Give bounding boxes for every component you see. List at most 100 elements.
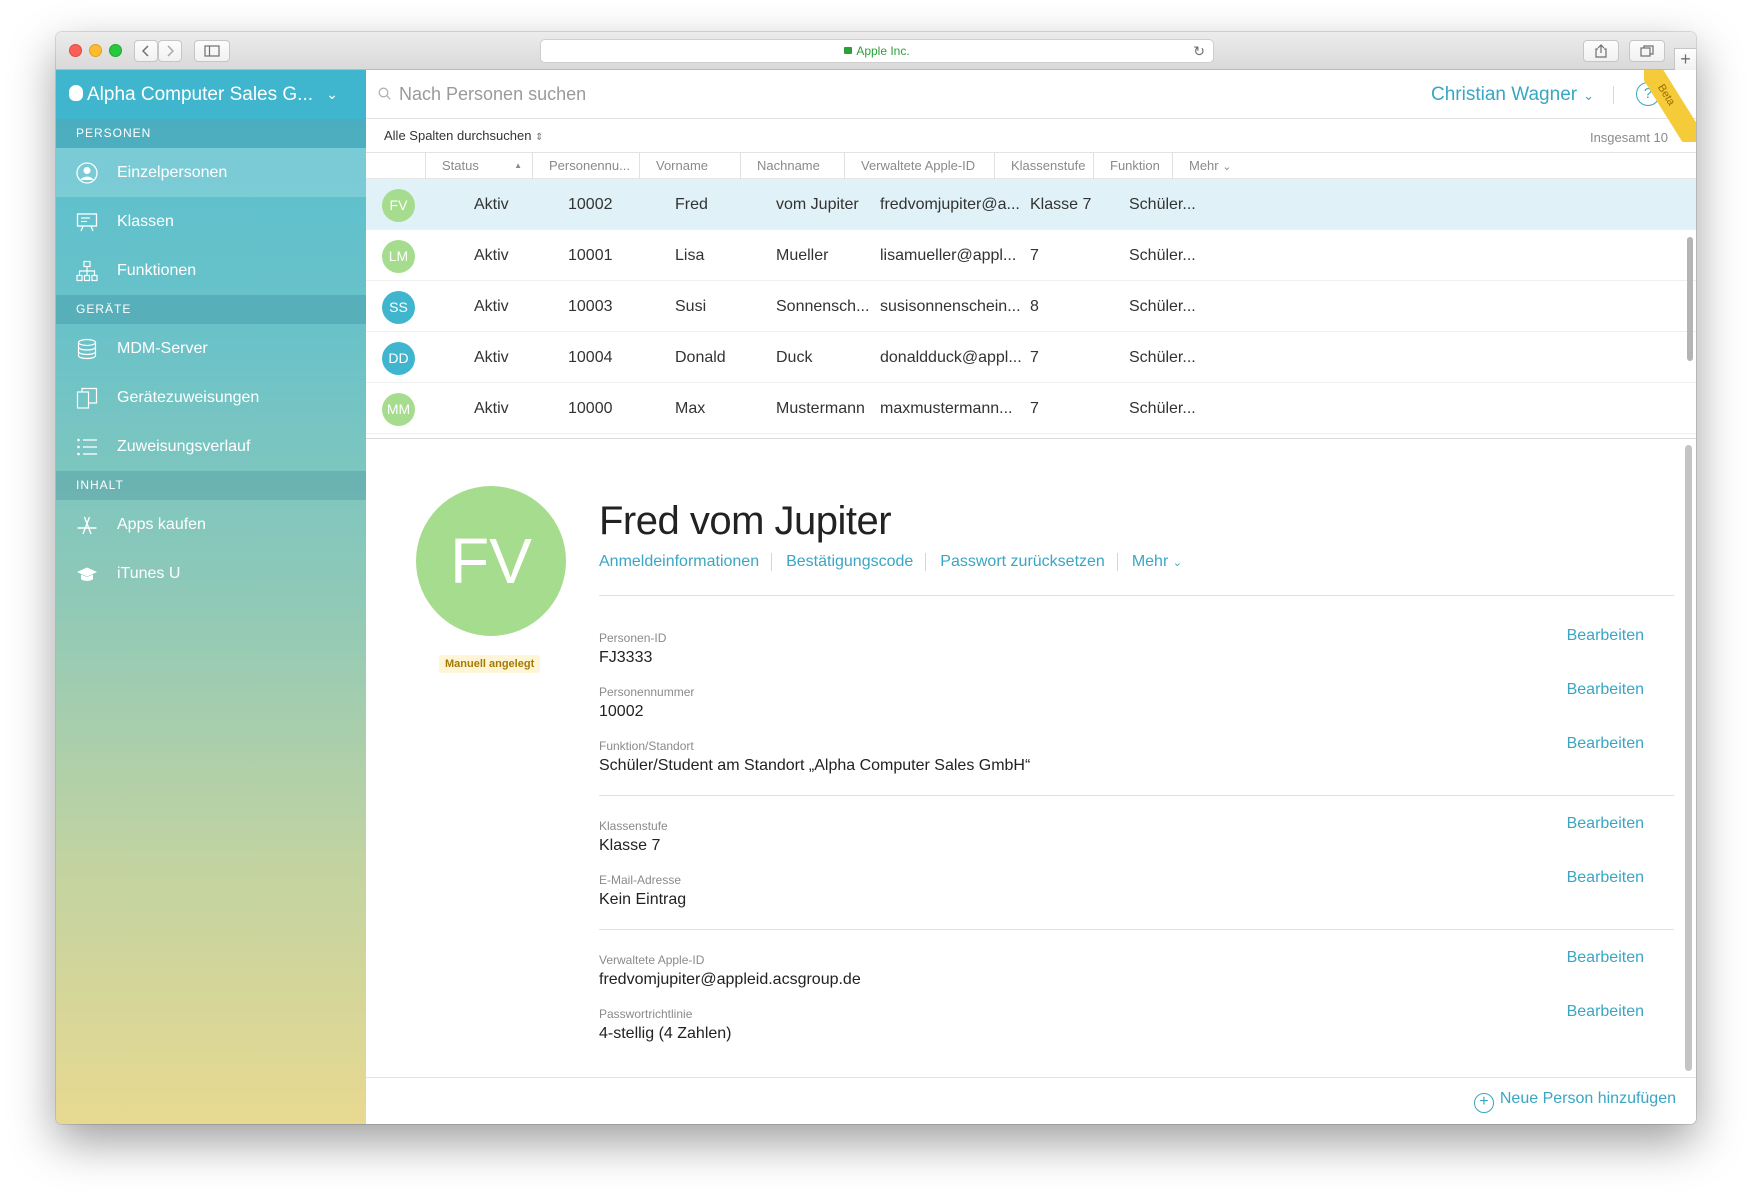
lock-icon	[844, 47, 853, 54]
chevron-down-icon: ⌄	[1222, 161, 1232, 173]
avatar: FV	[382, 189, 415, 222]
sidebar-item-itunes-u[interactable]: iTunes U	[56, 549, 366, 598]
sidebar-item-einzelpersonen[interactable]: Einzelpersonen	[56, 148, 366, 197]
cell-grade: 7	[1030, 349, 1039, 366]
browser-window: Apple Inc. ↻ + Alpha Computer Sales G...…	[56, 32, 1696, 1124]
add-person-button[interactable]: + Neue Person hinzufügen	[1473, 1090, 1676, 1113]
search-scope-select[interactable]: Alle Spalten durchsuchen ⇕	[384, 128, 543, 143]
forward-button[interactable]	[158, 40, 182, 62]
sidebar-item-label: Apps kaufen	[117, 516, 206, 533]
sidebar-item-label: Einzelpersonen	[117, 164, 228, 181]
sort-ascending-icon: ▲	[514, 161, 522, 170]
hierarchy-icon	[76, 260, 98, 282]
cell-role: Schüler...	[1129, 400, 1196, 417]
address-text: Apple Inc.	[856, 44, 910, 58]
cell-last-name: Sonnensch...	[776, 298, 870, 315]
divider	[599, 929, 1674, 930]
reload-icon[interactable]: ↻	[1193, 40, 1205, 62]
column-header-funktion[interactable]: Funktion	[1093, 153, 1172, 179]
edit-person-id-button[interactable]: Bearbeiten	[1567, 627, 1644, 645]
edit-person-number-button[interactable]: Bearbeiten	[1567, 681, 1644, 699]
avatar: SS	[382, 291, 415, 324]
tabs-overview-button[interactable]	[1629, 40, 1665, 62]
sidebar-toggle-button[interactable]	[194, 40, 230, 62]
reset-password-link[interactable]: Passwort zurücksetzen	[940, 553, 1117, 571]
divider	[1613, 86, 1614, 104]
avatar: LM	[382, 240, 415, 273]
cell-number: 10003	[568, 298, 613, 315]
edit-password-policy-button[interactable]: Bearbeiten	[1567, 1003, 1644, 1021]
close-window-button[interactable]	[69, 44, 82, 57]
column-header-apple-id[interactable]: Verwaltete Apple-ID	[844, 153, 994, 179]
cell-last-name: vom Jupiter	[776, 196, 859, 213]
cell-role: Schüler...	[1129, 247, 1196, 264]
search-scope-label: Alle Spalten durchsuchen	[384, 128, 532, 143]
table-row[interactable]: FV Aktiv 10002 Fred vom Jupiter fredvomj…	[366, 179, 1696, 230]
sidebar-item-label: Gerätezuweisungen	[117, 389, 260, 406]
table-scrollbar[interactable]	[1687, 237, 1693, 361]
org-name: Alpha Computer Sales G...	[87, 84, 313, 105]
search-input[interactable]	[399, 80, 999, 108]
edit-role-button[interactable]: Bearbeiten	[1567, 735, 1644, 753]
add-person-label: Neue Person hinzufügen	[1499, 1090, 1676, 1107]
back-button[interactable]	[134, 40, 158, 62]
column-header-personennummer[interactable]: Personennu...	[532, 153, 639, 179]
column-header-status[interactable]: Status ▲	[425, 153, 532, 179]
column-label: Status	[442, 158, 479, 173]
share-button[interactable]	[1583, 40, 1619, 62]
cell-last-name: Mustermann	[776, 400, 865, 417]
edit-apple-id-button[interactable]: Bearbeiten	[1567, 949, 1644, 967]
sidebar-item-zuweisungsverlauf[interactable]: Zuweisungsverlauf	[56, 422, 366, 471]
sidebar-item-geraetezuweisungen[interactable]: Gerätezuweisungen	[56, 373, 366, 422]
cell-first-name: Susi	[675, 298, 707, 315]
person-name: Fred vom Jupiter	[599, 499, 892, 543]
table-row[interactable]: MM Aktiv 10000 Max Mustermann maxmusterm…	[366, 383, 1696, 434]
scrollbar-thumb[interactable]	[1685, 445, 1692, 1071]
person-detail: FV Manuell angelegt Fred vom Jupiter Anm…	[366, 438, 1696, 1077]
minimize-window-button[interactable]	[89, 44, 102, 57]
zoom-window-button[interactable]	[109, 44, 122, 57]
user-menu[interactable]: Christian Wagner ⌄	[1431, 70, 1594, 120]
sidebar-item-klassen[interactable]: Klassen	[56, 197, 366, 246]
section-title-inhalt: INHALT	[56, 471, 366, 500]
column-header-mehr[interactable]: Mehr ⌄	[1172, 153, 1262, 179]
sidebar-item-funktionen[interactable]: Funktionen	[56, 246, 366, 295]
column-label: Klassenstufe	[1011, 158, 1086, 173]
cell-apple-id: fredvomjupiter@a...	[880, 196, 1020, 213]
table-row[interactable]: DD Aktiv 10004 Donald Duck donaldduck@ap…	[366, 332, 1696, 383]
cell-number: 10001	[568, 247, 613, 264]
login-info-link[interactable]: Anmeldeinformationen	[599, 553, 771, 571]
edit-email-button[interactable]: Bearbeiten	[1567, 869, 1644, 887]
sidebar-item-apps-kaufen[interactable]: Apps kaufen	[56, 500, 366, 549]
cell-number: 10000	[568, 400, 613, 417]
field-value-password-policy: 4-stellig (4 Zahlen)	[599, 1025, 732, 1042]
edit-grade-button[interactable]: Bearbeiten	[1567, 815, 1644, 833]
total-count: Insgesamt 10	[1589, 130, 1668, 145]
new-tab-button[interactable]: +	[1674, 48, 1696, 70]
address-bar[interactable]: Apple Inc. ↻	[540, 39, 1214, 63]
org-switcher[interactable]: Alpha Computer Sales G... ⌄	[56, 70, 366, 119]
field-value-role: Schüler/Student am Standort „Alpha Compu…	[599, 757, 1031, 774]
more-menu[interactable]: Mehr ⌄	[1132, 553, 1182, 570]
person-actions: Anmeldeinformationen Bestätigungscode Pass…	[599, 553, 1182, 573]
cell-number: 10002	[568, 196, 613, 213]
cell-number: 10004	[568, 349, 613, 366]
cell-first-name: Max	[675, 400, 706, 417]
table-row[interactable]: LM Aktiv 10001 Lisa Mueller lisamueller@…	[366, 230, 1696, 281]
app-store-icon	[77, 516, 97, 535]
cell-status: Aktiv	[474, 349, 509, 366]
cell-grade: 7	[1030, 400, 1039, 417]
column-header-vorname[interactable]: Vorname	[639, 153, 740, 179]
cell-apple-id: donaldduck@appl...	[880, 349, 1022, 366]
sidebar-item-mdm-server[interactable]: MDM-Server	[56, 324, 366, 373]
detail-scrollbar[interactable]	[1685, 439, 1692, 1077]
database-icon	[77, 338, 97, 360]
column-header-klassenstufe[interactable]: Klassenstufe	[994, 153, 1093, 179]
divider	[771, 553, 773, 571]
back-icon	[141, 45, 149, 57]
top-bar: Christian Wagner⌄ ? Beta	[366, 70, 1696, 142]
table-row[interactable]: SS Aktiv 10003 Susi Sonnensch... susison…	[366, 281, 1696, 332]
section-title-personen: PERSONEN	[56, 119, 366, 148]
verification-code-link[interactable]: Bestätigungscode	[786, 553, 925, 571]
column-header-nachname[interactable]: Nachname	[740, 153, 844, 179]
